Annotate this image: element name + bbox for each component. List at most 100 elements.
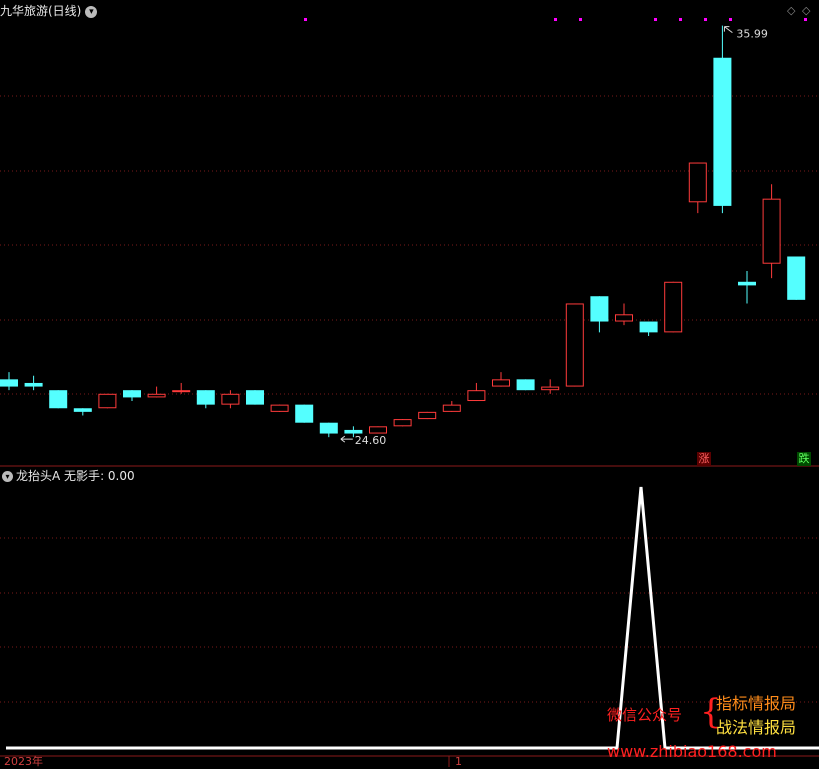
signal-markers [304,18,807,21]
indicator-value: 0.00 [107,469,135,483]
candle [738,270,756,304]
candle [442,401,461,412]
signal-marker [704,18,707,21]
candle-body [344,429,363,434]
candle [98,393,117,409]
candle [147,386,166,398]
candle [369,426,387,434]
indicator-separator: : [100,469,108,483]
candle [639,321,658,336]
candle-body [713,57,732,206]
candle-body [49,390,68,409]
candle-body [492,379,510,387]
candle-body [762,198,781,264]
candle-body [24,382,43,387]
candle [787,256,806,300]
candle-body [369,426,387,434]
candle-body [319,422,338,434]
candle-body [196,390,215,405]
candle-body [0,379,18,387]
candle-body [467,390,486,402]
candle-body [123,390,141,398]
candle [270,404,289,412]
chevron-down-icon[interactable]: ▾ [85,5,98,18]
candle-body [639,321,658,333]
candle-body [73,408,92,412]
candle-body [787,256,806,300]
candle [172,382,191,394]
candle-body [516,379,535,391]
candle-body [590,296,609,322]
watermark-url: www.zhibiao168.com [607,742,777,761]
candle-body [418,411,437,420]
signal-marker [554,18,557,21]
candle [762,184,781,279]
candle [319,422,338,438]
candle [123,390,141,402]
candle [688,162,707,214]
diamond-icon-2[interactable]: ◇ [802,4,810,17]
chart-title[interactable]: 九华旅游(日线) ▾ [0,4,98,18]
fall-badge[interactable]: 跌 [797,452,811,466]
indicator-title[interactable]: ▾ 龙抬头A 无影手: 0.00 [2,469,135,483]
candle-body [541,386,560,391]
candle-body [442,404,461,412]
low-arrow [340,435,353,443]
signal-marker [304,18,307,21]
candle [418,411,437,420]
signal-marker [679,18,682,21]
rise-badge[interactable]: 涨 [697,452,711,466]
candle [246,390,264,405]
candle [467,382,486,402]
signal-marker [654,18,657,21]
candle [541,379,560,394]
candle [492,372,510,387]
price-annotations: 35.99 24.60 [340,26,768,447]
watermark-brand-2: 战法情报局 [716,718,797,737]
candle [615,303,633,326]
signal-marker [729,18,732,21]
candle-body [664,281,683,333]
indicator-name: 龙抬头A [16,469,61,483]
stock-title: 九华旅游(日线) [0,4,82,18]
candle [713,25,732,214]
candle-body [221,393,240,405]
candle [73,408,92,416]
high-price-label: 35.99 [736,28,768,41]
indicator-series[interactable] [6,486,819,750]
candle-body [270,404,289,412]
candle-body [172,390,191,393]
candle [516,379,535,391]
candle-body [295,404,314,423]
candle-body [615,314,633,322]
candle [590,296,609,333]
signal-marker [804,18,807,21]
high-arrow [723,26,733,33]
candle-body [246,390,264,405]
candle-body [393,419,412,427]
candle [664,281,683,333]
low-price-label: 24.60 [355,434,387,447]
chart-canvas[interactable]: 35.99 24.60 [0,0,819,767]
candle-body [738,281,756,286]
candle [24,375,43,391]
candle [565,303,584,387]
candle [0,372,18,391]
diamond-icon[interactable]: ◇ [787,4,795,17]
indicator-series-label: 无影手 [64,469,101,483]
candle-body [565,303,584,387]
watermark-brand-1: 指标情报局 [716,694,797,713]
watermark-wechat: 微信公众号 [607,706,683,724]
candle [196,390,215,409]
candle [393,419,412,427]
candlestick-series[interactable] [0,25,806,438]
indicator-line [6,486,819,750]
chevron-down-icon[interactable]: ▾ [2,471,13,482]
signal-marker [579,18,582,21]
candle [295,404,314,423]
candle-body [147,393,166,398]
candle [49,390,68,409]
candle-body [688,162,707,203]
candle [221,390,240,409]
candle-body [98,393,117,409]
